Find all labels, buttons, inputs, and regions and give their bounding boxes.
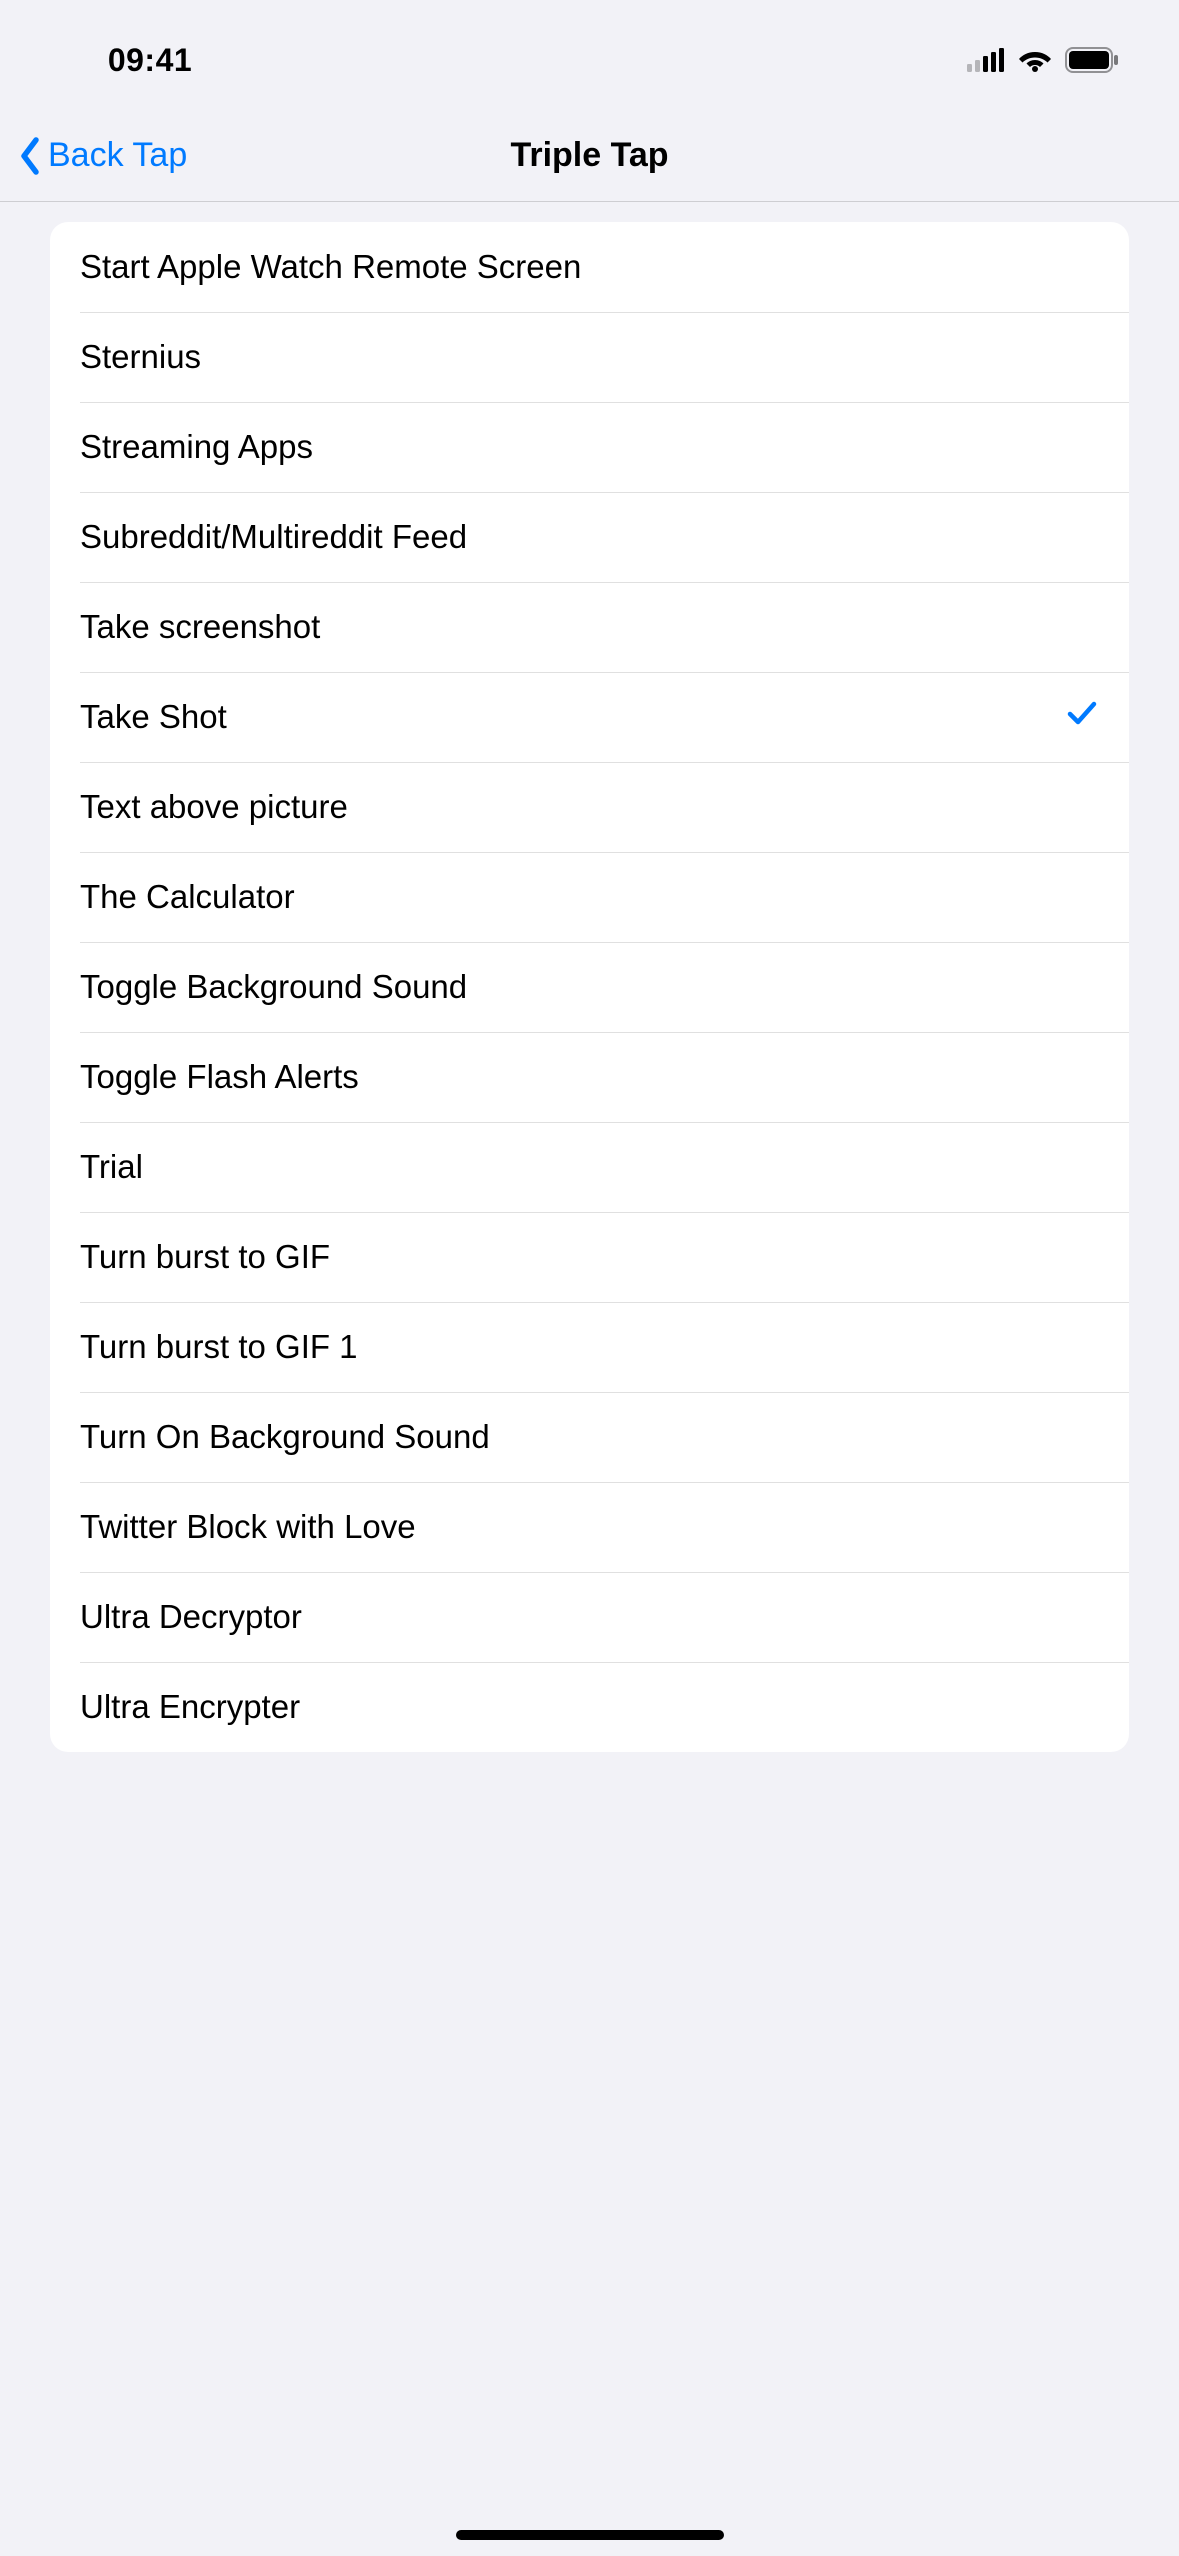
list-item-label: Sternius <box>80 338 1099 376</box>
list-item-label: Trial <box>80 1148 1099 1186</box>
checkmark-icon <box>1065 696 1099 738</box>
list-item-label: Toggle Flash Alerts <box>80 1058 1099 1096</box>
home-indicator <box>456 2530 724 2540</box>
list-item[interactable]: Turn On Background Sound <box>50 1392 1129 1482</box>
list-item[interactable]: Subreddit/Multireddit Feed <box>50 492 1129 582</box>
status-indicators <box>967 37 1119 73</box>
chevron-left-icon <box>18 136 42 176</box>
list-item[interactable]: Sternius <box>50 312 1129 402</box>
list-item[interactable]: Ultra Encrypter <box>50 1662 1129 1752</box>
list-item-label: Twitter Block with Love <box>80 1508 1099 1546</box>
list-item[interactable]: Take Shot <box>50 672 1129 762</box>
list-item-label: Subreddit/Multireddit Feed <box>80 518 1099 556</box>
list-item-label: Take screenshot <box>80 608 1099 646</box>
list-item-label: Start Apple Watch Remote Screen <box>80 248 1099 286</box>
list-item[interactable]: Streaming Apps <box>50 402 1129 492</box>
list-item-label: Ultra Encrypter <box>80 1688 1099 1726</box>
list-item-label: Toggle Background Sound <box>80 968 1099 1006</box>
list-item-label: Turn burst to GIF <box>80 1238 1099 1276</box>
list-item-label: The Calculator <box>80 878 1099 916</box>
list-item[interactable]: Start Apple Watch Remote Screen <box>50 222 1129 312</box>
status-bar: 09:41 <box>0 0 1179 110</box>
list-item-label: Take Shot <box>80 698 1065 736</box>
list-item-label: Turn On Background Sound <box>80 1418 1099 1456</box>
back-label: Back Tap <box>48 136 187 175</box>
status-time: 09:41 <box>0 32 300 79</box>
action-list: Start Apple Watch Remote Screen Sternius S… <box>50 222 1129 1752</box>
cellular-icon <box>967 48 1005 72</box>
list-item[interactable]: Turn burst to GIF <box>50 1212 1129 1302</box>
list-item[interactable]: Twitter Block with Love <box>50 1482 1129 1572</box>
list-item[interactable]: Take screenshot <box>50 582 1129 672</box>
wifi-icon <box>1019 48 1051 72</box>
list-item[interactable]: Toggle Flash Alerts <box>50 1032 1129 1122</box>
list-item-label: Text above picture <box>80 788 1099 826</box>
list-item[interactable]: Ultra Decryptor <box>50 1572 1129 1662</box>
list-item[interactable]: The Calculator <box>50 852 1129 942</box>
back-button[interactable]: Back Tap <box>0 136 187 176</box>
list-item[interactable]: Trial <box>50 1122 1129 1212</box>
list-item-label: Streaming Apps <box>80 428 1099 466</box>
list-item-label: Ultra Decryptor <box>80 1598 1099 1636</box>
battery-icon <box>1065 47 1119 73</box>
list-item[interactable]: Toggle Background Sound <box>50 942 1129 1032</box>
list-item[interactable]: Text above picture <box>50 762 1129 852</box>
list-item[interactable]: Turn burst to GIF 1 <box>50 1302 1129 1392</box>
list-item-label: Turn burst to GIF 1 <box>80 1328 1099 1366</box>
nav-bar: Back Tap Triple Tap <box>0 110 1179 202</box>
